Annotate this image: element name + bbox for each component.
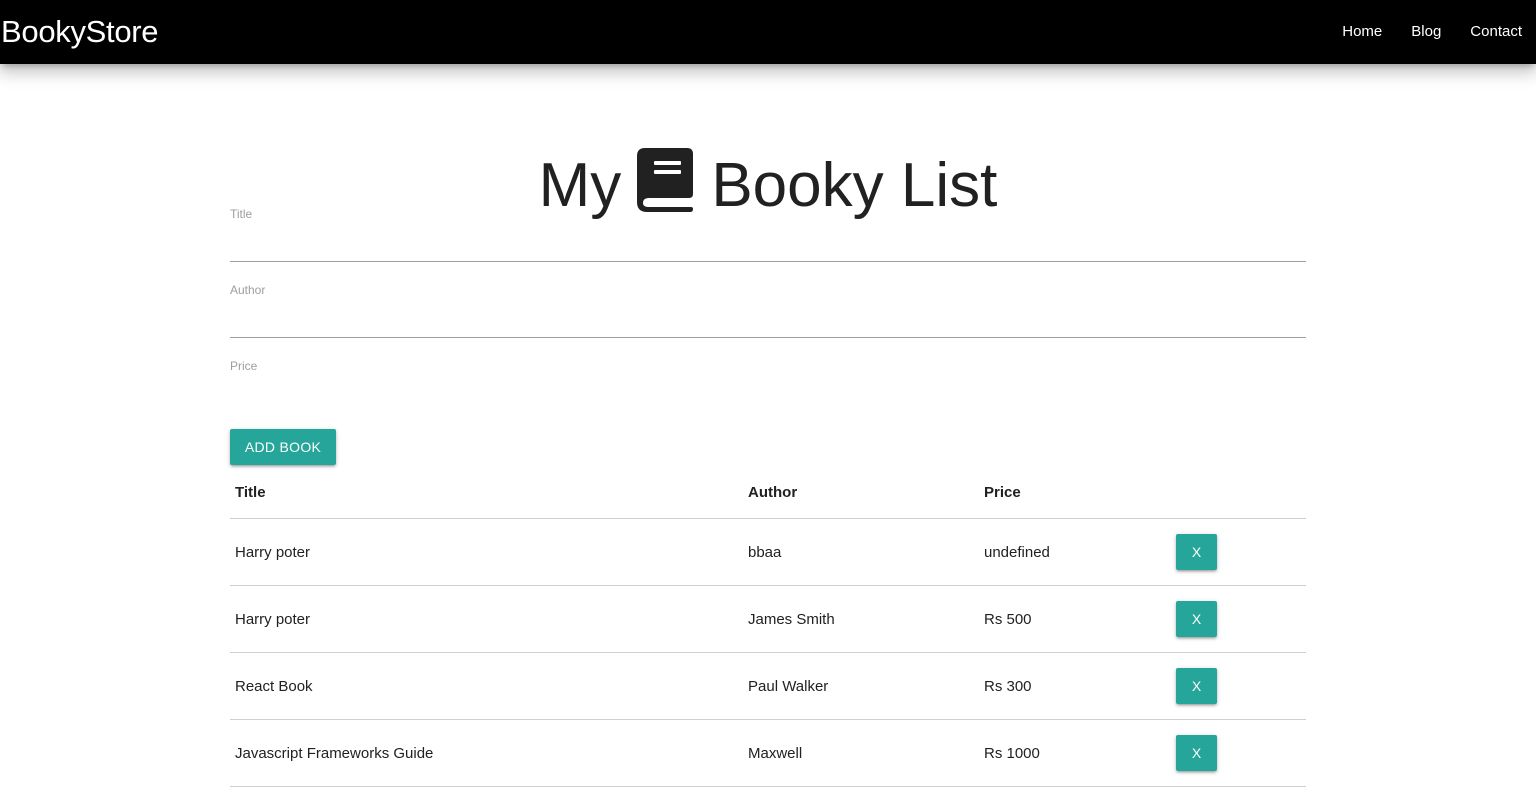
delete-button[interactable]: X [1176,735,1217,771]
table-row: React Book Paul Walker Rs 300 X [230,652,1306,720]
nav-link-home[interactable]: Home [1327,0,1396,64]
delete-button[interactable]: X [1176,534,1217,570]
book-author: James Smith [743,585,979,653]
table-row: Harry poter bbaa undefined X [230,518,1306,586]
column-header-actions [1176,467,1306,519]
author-input[interactable] [230,301,1306,338]
nav-link-blog[interactable]: Blog [1396,0,1455,64]
book-title: Harry poter [230,518,743,586]
book-author: Paul Walker [743,652,979,720]
nav-link-contact[interactable]: Contact [1455,0,1536,64]
book-author: Maxwell [743,719,979,787]
book-price: undefined [979,518,1176,586]
title-input[interactable] [230,225,1306,262]
actions-cell: X [1176,719,1306,787]
delete-button[interactable]: X [1176,601,1217,637]
nav-links: Home Blog Contact [1327,0,1536,64]
price-field-group: Price [230,359,1306,423]
actions-cell: X [1176,585,1306,653]
delete-button[interactable]: X [1176,668,1217,704]
price-input[interactable] [230,377,1306,414]
book-price: Rs 500 [979,585,1176,653]
author-label: Author [230,283,266,297]
title-label: Title [230,207,253,221]
column-header-price: Price [979,467,1176,519]
book-price: Rs 300 [979,652,1176,720]
brand-logo[interactable]: BookyStore [1,13,159,51]
book-title: Javascript Frameworks Guide [230,719,743,787]
column-header-author: Author [743,467,979,519]
table-header-row: Title Author Price [230,467,1306,519]
actions-cell: X [1176,518,1306,586]
books-table: Title Author Price Harry poter bbaa unde… [230,467,1306,787]
book-title: React Book [230,652,743,720]
price-label: Price [230,359,258,373]
book-price: Rs 1000 [979,719,1176,787]
navbar: BookyStore Home Blog Contact [0,0,1536,64]
book-author: bbaa [743,518,979,586]
author-field-group: Author [230,283,1306,347]
table-row: Harry poter James Smith Rs 500 X [230,585,1306,653]
title-field-group: Title [230,207,1306,271]
column-header-title: Title [230,467,743,519]
actions-cell: X [1176,652,1306,720]
book-title: Harry poter [230,585,743,653]
add-book-button[interactable]: ADD BOOK [230,429,336,465]
table-row: Javascript Frameworks Guide Maxwell Rs 1… [230,719,1306,787]
